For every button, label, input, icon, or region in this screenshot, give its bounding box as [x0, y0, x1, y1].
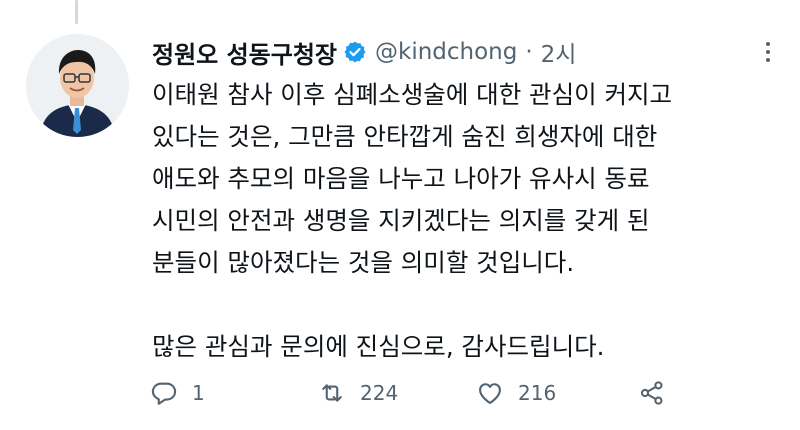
more-dots-icon[interactable] — [760, 34, 776, 70]
avatar[interactable] — [26, 34, 129, 137]
reply-button[interactable]: 1 — [150, 373, 205, 413]
author-name[interactable]: 정원오 성동구청장 — [152, 35, 337, 70]
tweet-text-line: 이태원 참사 이후 심폐소생술에 대한 관심이 커지고 — [152, 80, 673, 109]
share-icon — [640, 381, 663, 405]
separator-dot: · — [525, 39, 533, 65]
more-dot — [766, 50, 770, 54]
like-count: 216 — [518, 381, 557, 405]
verified-badge-icon — [344, 41, 366, 63]
retweet-button[interactable]: 224 — [318, 373, 398, 413]
tweet-text-line: 시민의 안전과 생명을 지키겠다는 의지를 갖게 된 — [152, 206, 650, 235]
tweet-actions: 1 224 216 — [150, 373, 670, 413]
retweet-icon — [322, 384, 342, 402]
author-handle[interactable]: @kindchong — [375, 39, 517, 65]
tweet-timestamp[interactable]: 2시 — [541, 35, 577, 69]
tweet-text-line: 분들이 많아졌다는 것을 의미할 것입니다. — [152, 248, 575, 277]
heart-icon — [479, 383, 501, 404]
tweet-text-line: 많은 관심과 문의에 진심으로, 감사드립니다. — [152, 332, 605, 361]
tweet-header: 정원오 성동구청장 @kindchong · 2시 — [152, 34, 780, 70]
more-dot — [766, 42, 770, 46]
share-button[interactable] — [638, 373, 680, 413]
reply-count: 1 — [192, 381, 205, 405]
more-dot — [766, 58, 770, 62]
tweet-text-line: 있다는 것은, 그만큼 안타깝게 숨진 희생자에 대한 — [152, 122, 658, 151]
avatar-photo — [26, 34, 129, 137]
tweet-text-line: 애도와 추모의 마음을 나누고 나아가 유사시 동료 — [152, 164, 650, 193]
tweet-body: 이태원 참사 이후 심폐소생술에 대한 관심이 커지고 있다는 것은, 그만큼 … — [152, 74, 792, 368]
thread-connector-line — [75, 0, 78, 24]
like-button[interactable]: 216 — [476, 373, 556, 413]
retweet-count: 224 — [360, 381, 399, 405]
reply-icon — [151, 382, 177, 405]
